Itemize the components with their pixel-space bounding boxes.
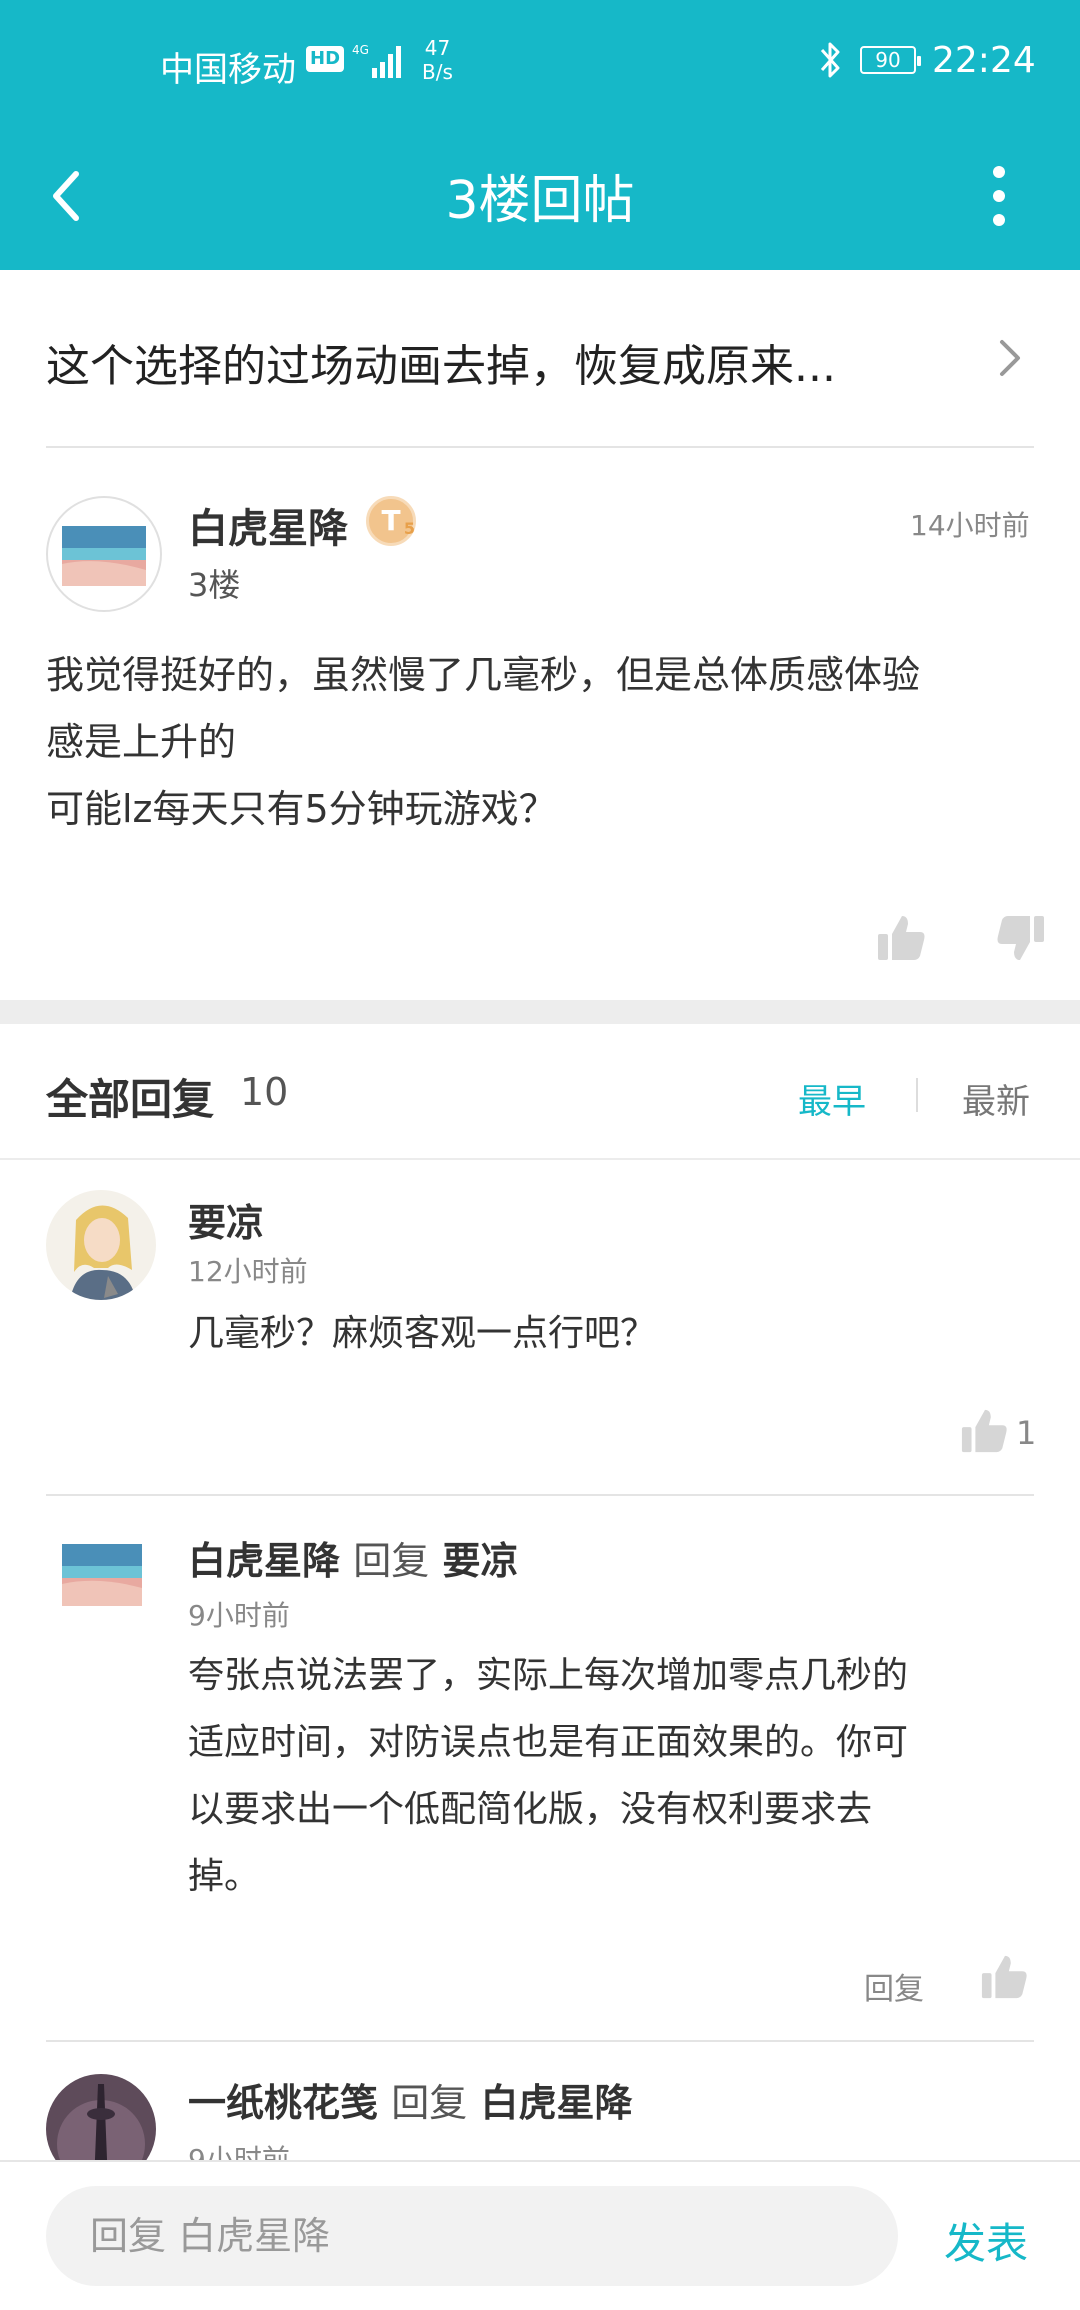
- reply-time: 9小时前: [188, 1599, 290, 1632]
- post-content-line: 我觉得挺好的，虽然慢了几毫秒，但是总体质感体验: [46, 653, 921, 697]
- more-options-button[interactable]: [964, 150, 1034, 240]
- replies-title: 全部回复: [46, 1075, 215, 1124]
- network-type: 4G: [352, 43, 369, 57]
- battery-icon: 90: [860, 46, 921, 74]
- reply-author-name[interactable]: 白虎星降: [188, 1539, 340, 1583]
- sort-newest-tab[interactable]: 最新: [962, 1074, 1030, 1123]
- reply-time: 12小时前: [188, 1255, 308, 1288]
- replies-header: 全部回复 10 最早 最新: [0, 1024, 1080, 1160]
- reply-composer: 发表: [0, 2160, 1080, 2310]
- badge-letter: T: [381, 504, 401, 537]
- reply-content-line: 几毫秒？麻烦客观一点行吧？: [188, 1313, 657, 1354]
- reply-word: 回复: [353, 1539, 430, 1583]
- network-speed: 47 B/s: [422, 36, 453, 84]
- reply-word: 回复: [391, 2081, 468, 2125]
- thumbs-down-icon[interactable]: [994, 912, 1046, 964]
- reply-author-name[interactable]: 要凉: [188, 1192, 264, 1247]
- replies-count: 10: [240, 1070, 289, 1114]
- thread-title-link[interactable]: 这个选择的过场动画去掉，恢复成原来...: [0, 270, 1080, 448]
- reply-content: 几毫秒？麻烦客观一点行吧？: [188, 1300, 656, 1367]
- reply-content-line: 以要求出一个低配简化版，没有权利要求去: [188, 1789, 873, 1830]
- reply-avatar[interactable]: [46, 1190, 156, 1300]
- carrier-name: 中国移动: [160, 50, 296, 90]
- divider: [46, 446, 1034, 448]
- floor-number: 3楼: [188, 566, 241, 604]
- reply-target-name[interactable]: 白虎星降: [481, 2081, 633, 2125]
- sort-earliest-tab[interactable]: 最早: [798, 1074, 866, 1123]
- thumbs-up-icon[interactable]: [960, 1406, 1010, 1456]
- post-content-line: 可能lz每天只有5分钟玩游戏？: [46, 787, 557, 831]
- reply-avatar[interactable]: [52, 1540, 152, 1610]
- badge-level: 5: [403, 519, 415, 538]
- avatar-image: [62, 526, 146, 586]
- reply-content-line: 适应时间，对防误点也是有正面效果的。你可: [188, 1722, 909, 1763]
- chevron-right-icon: [1000, 340, 1020, 376]
- section-gap: [0, 1000, 1080, 1024]
- thumbs-up-icon[interactable]: [980, 1952, 1030, 2002]
- reply-target-name[interactable]: 要凉: [443, 1539, 519, 1583]
- reply-author-name[interactable]: 一纸桃花笺: [188, 2081, 378, 2125]
- reply-content-line: 掉。: [188, 1856, 261, 1897]
- author-name[interactable]: 白虎星降: [188, 496, 348, 554]
- avatar-image: [46, 1190, 156, 1300]
- reply-input[interactable]: [46, 2186, 898, 2286]
- page-title: 3楼回帖: [445, 171, 635, 231]
- author-avatar[interactable]: [46, 496, 162, 612]
- reply-content-line: 夸张点说法罢了，实际上每次增加零点几秒的: [188, 1655, 909, 1696]
- speed-value: 47: [424, 36, 451, 60]
- reply-time: 9小时前: [188, 2143, 290, 2160]
- avatar-image: [62, 1544, 142, 1606]
- divider: [46, 1494, 1034, 1496]
- post-content-line: 感是上升的: [46, 720, 237, 764]
- sort-separator: [916, 1078, 918, 1112]
- reply-content: 夸张点说法罢了，实际上每次增加零点几秒的 适应时间，对防误点也是有正面效果的。你…: [188, 1642, 908, 1910]
- avatar-image: [46, 2074, 156, 2160]
- signal-icon: 4G: [352, 43, 401, 78]
- level-badge-icon: T5: [366, 496, 416, 546]
- hd-icon: HD: [306, 46, 345, 72]
- speed-unit: B/s: [422, 60, 453, 84]
- top-bar: 中国移动 HD 4G 47 B/s 90 22:24 3楼回帖: [0, 0, 1080, 270]
- reply-avatar[interactable]: [46, 2074, 156, 2160]
- clock: 22:24: [932, 40, 1036, 81]
- navigation-bar: 3楼回帖: [0, 120, 1080, 270]
- thumbs-up-icon[interactable]: [876, 912, 928, 964]
- reply-header-line: 一纸桃花笺 回复 白虎星降: [188, 2072, 633, 2127]
- post-content: 我觉得挺好的，虽然慢了几毫秒，但是总体质感体验 感是上升的 可能lz每天只有5分…: [46, 642, 920, 843]
- reply-header-line: 白虎星降 回复 要凉: [188, 1530, 519, 1585]
- submit-button[interactable]: 发表: [944, 2210, 1028, 2271]
- divider: [0, 1158, 1080, 1160]
- thread-title: 这个选择的过场动画去掉，恢复成原来...: [46, 341, 836, 392]
- post-time: 14小时前: [910, 509, 1030, 542]
- status-bar: 中国移动 HD 4G 47 B/s 90 22:24: [0, 0, 1080, 120]
- reply-item: 一纸桃花笺 回复 白虎星降 9小时前: [0, 2042, 1080, 2160]
- reply-button[interactable]: 回复: [864, 1964, 924, 2008]
- bluetooth-icon: [820, 42, 840, 78]
- like-count: 1: [1016, 1414, 1037, 1452]
